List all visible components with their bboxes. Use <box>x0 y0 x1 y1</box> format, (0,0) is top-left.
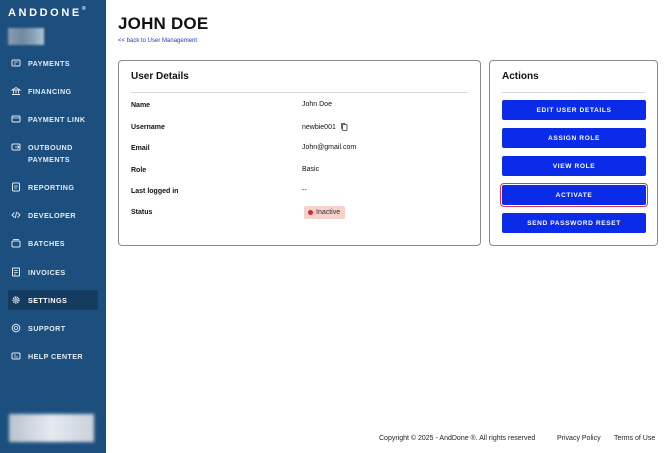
sidebar-item-label: SETTINGS <box>28 295 68 305</box>
brand-logo[interactable]: ANDDONE® <box>8 6 86 19</box>
sidebar-item-settings[interactable]: SETTINGS <box>8 290 98 310</box>
user-details-card: User Details Name John Doe Username newb… <box>118 60 481 246</box>
sidebar-item-label: DEVELOPER <box>28 210 76 220</box>
sidebar-item-label: BATCHES <box>28 238 66 248</box>
assign-role-button[interactable]: ASSIGN ROLE <box>502 128 646 148</box>
invoice-icon <box>10 267 22 277</box>
edit-user-details-button[interactable]: EDIT USER DETAILS <box>502 100 646 120</box>
user-details-heading: User Details <box>131 71 189 82</box>
sidebar-item-label: INVOICES <box>28 267 66 277</box>
sidebar-item-label: PAYMENTS <box>28 58 70 68</box>
brand-logo-text: ANDDONE <box>8 7 82 19</box>
page-title: JOHN DOE <box>118 14 209 33</box>
role-value: Basic <box>302 166 320 173</box>
last-logged-in-value: -- <box>302 187 307 194</box>
brand-logo-mark: ® <box>81 6 86 12</box>
status-badge: Inactive <box>304 206 346 219</box>
footer-copyright: Copyright © 2025 - AndDone ®. All rights… <box>379 435 536 442</box>
sidebar-item-label-line1: OUTBOUND <box>28 143 73 152</box>
sidebar-item-developer[interactable]: DEVELOPER <box>8 205 98 225</box>
last-logged-in-label: Last logged in <box>131 188 179 195</box>
sidebar-item-help-center[interactable]: HELP CENTER <box>8 346 98 366</box>
sidebar-item-label: PAYMENT LINK <box>28 114 86 124</box>
sidebar-item-reporting[interactable]: REPORTING <box>8 177 98 197</box>
support-icon <box>10 323 22 333</box>
help-icon <box>10 351 22 361</box>
status-label: Status <box>131 209 153 216</box>
copy-icon[interactable] <box>341 123 348 131</box>
sidebar-item-label: REPORTING <box>28 182 75 192</box>
divider <box>502 92 645 93</box>
activate-button[interactable]: ACTIVATE <box>500 183 648 207</box>
view-role-button[interactable]: VIEW ROLE <box>502 156 646 176</box>
outbound-icon <box>10 142 22 152</box>
sidebar-item-label: FINANCING <box>28 86 72 96</box>
user-profile-redacted[interactable] <box>9 414 94 442</box>
username-value: newbie001 <box>302 123 336 131</box>
name-label: Name <box>131 102 151 109</box>
email-value: John@gmail.com <box>302 144 357 151</box>
email-label: Email <box>131 145 150 152</box>
sidebar-item-invoices[interactable]: INVOICES <box>8 262 98 282</box>
footer-privacy-policy-link[interactable]: Privacy Policy <box>557 435 601 442</box>
gear-icon <box>10 295 22 305</box>
send-password-reset-button[interactable]: SEND PASSWORD RESET <box>502 213 646 233</box>
sidebar-item-payments[interactable]: PAYMENTS <box>8 53 98 73</box>
payments-icon <box>10 58 22 68</box>
sidebar-item-label: SUPPORT <box>28 323 66 333</box>
sidebar-item-outbound-payments[interactable]: OUTBOUND PAYMENTS <box>8 137 98 165</box>
name-value: John Doe <box>302 101 332 108</box>
username-value-group: newbie001 <box>302 123 348 131</box>
batches-icon <box>10 238 22 248</box>
code-icon <box>10 210 22 220</box>
bank-icon <box>10 86 22 96</box>
link-card-icon <box>10 114 22 124</box>
role-label: Role <box>131 167 147 174</box>
report-icon <box>10 182 22 192</box>
sidebar: ANDDONE® PAYMENTS FINANCING PAYMENT LINK… <box>0 0 106 453</box>
organization-name-redacted <box>8 28 44 45</box>
actions-card: Actions EDIT USER DETAILS ASSIGN ROLE VI… <box>489 60 658 246</box>
sidebar-item-label: OUTBOUND PAYMENTS <box>28 142 73 166</box>
sidebar-item-financing[interactable]: FINANCING <box>8 81 98 101</box>
sidebar-item-label-line2: PAYMENTS <box>28 155 70 164</box>
actions-heading: Actions <box>502 71 539 82</box>
sidebar-item-label: HELP CENTER <box>28 351 83 361</box>
sidebar-item-support[interactable]: SUPPORT <box>8 318 98 338</box>
divider <box>131 92 468 93</box>
username-label: Username <box>131 124 165 131</box>
sidebar-item-batches[interactable]: BATCHES <box>8 233 98 253</box>
back-to-user-management-link[interactable]: << back to User Management <box>118 38 197 44</box>
status-value: Inactive <box>316 209 341 216</box>
footer-terms-of-use-link[interactable]: Terms of Use <box>614 435 655 442</box>
sidebar-item-payment-link[interactable]: PAYMENT LINK <box>8 109 98 129</box>
status-dot-icon <box>308 210 313 215</box>
